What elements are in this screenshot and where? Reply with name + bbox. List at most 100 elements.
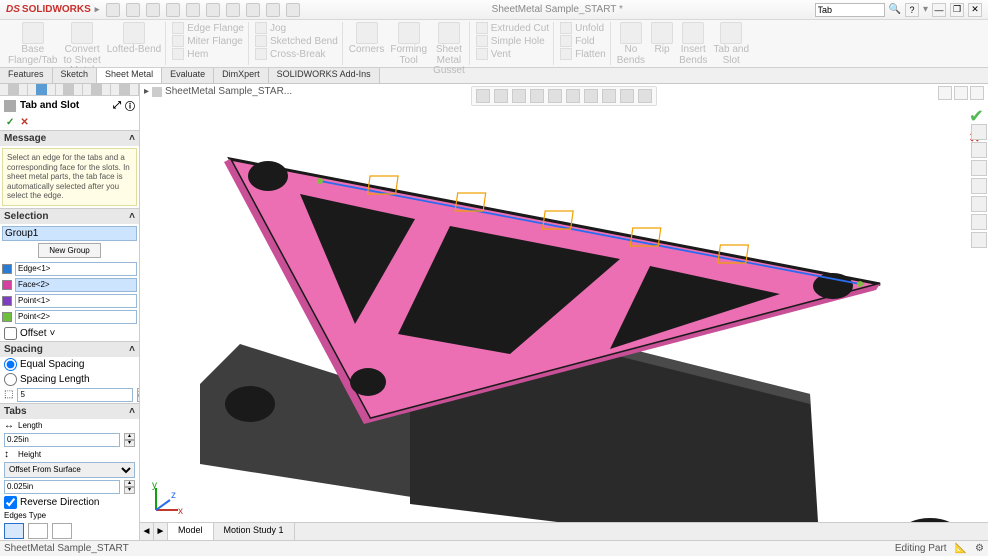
reverse-direction-checkbox[interactable] — [4, 496, 17, 509]
rip-button[interactable]: Rip — [651, 22, 673, 66]
miter-flange-button[interactable]: Miter Flange — [172, 35, 244, 47]
bottom-tab-model[interactable]: Model — [168, 523, 214, 540]
tab-scroll-left[interactable]: ◄ — [140, 523, 154, 540]
face-input[interactable] — [15, 278, 137, 292]
selection-point2 — [2, 310, 137, 324]
edge-input[interactable] — [15, 262, 137, 276]
spacing-count-input[interactable] — [17, 388, 133, 402]
tab-sketch[interactable]: Sketch — [53, 68, 98, 83]
task-library-icon[interactable] — [971, 160, 987, 176]
status-bar: SheetMetal Sample_START Editing Part 📐 ⚙ — [0, 540, 988, 556]
qat-settings-icon[interactable] — [286, 3, 300, 17]
edge-type-chamfer[interactable] — [52, 523, 72, 539]
task-explorer-icon[interactable] — [971, 178, 987, 194]
graphics-area[interactable]: ▸ SheetMetal Sample_STAR... ✔ ✖ — [140, 84, 988, 540]
task-properties-icon[interactable] — [971, 232, 987, 248]
group-box[interactable]: Group1 — [2, 226, 137, 241]
length-input[interactable] — [4, 433, 120, 447]
point1-input[interactable] — [15, 294, 137, 308]
jog-button[interactable]: Jog — [255, 22, 338, 34]
feature-tree-tab[interactable] — [0, 84, 28, 95]
flatten-button[interactable]: Flatten — [560, 48, 606, 60]
close-button[interactable]: ✕ — [968, 3, 982, 17]
spacing-length-radio[interactable] — [4, 373, 17, 386]
spacing-header[interactable]: Spacing˄ — [0, 342, 139, 357]
help-button[interactable]: ? — [905, 3, 919, 17]
task-appearance-icon[interactable] — [971, 214, 987, 230]
selection-header[interactable]: Selection˄ — [0, 209, 139, 224]
menu-dropdown-icon[interactable]: ▸ — [95, 4, 100, 15]
qat-redo-icon[interactable] — [206, 3, 220, 17]
dimxpert-manager-tab[interactable] — [83, 84, 111, 95]
spacing-length-label: Spacing Length — [20, 374, 90, 385]
tab-features[interactable]: Features — [0, 68, 53, 83]
qat-open-icon[interactable] — [126, 3, 140, 17]
qat-select-icon[interactable] — [226, 3, 240, 17]
sketched-bend-button[interactable]: Sketched Bend — [255, 35, 338, 47]
equal-spacing-radio[interactable] — [4, 358, 17, 371]
bottom-tab-motion[interactable]: Motion Study 1 — [214, 523, 295, 540]
tab-evaluate[interactable]: Evaluate — [162, 68, 214, 83]
length-up[interactable]: ▴ — [124, 433, 135, 440]
cross-break-button[interactable]: Cross-Break — [255, 48, 338, 60]
insert-bends-button[interactable]: InsertBends — [679, 22, 707, 66]
task-resources-icon[interactable] — [971, 142, 987, 158]
motion-tabs: ◄ ► Model Motion Study 1 — [140, 522, 988, 540]
qat-undo-icon[interactable] — [186, 3, 200, 17]
qat-options-icon[interactable] — [266, 3, 280, 17]
height-input[interactable] — [4, 480, 120, 494]
dropdown-icon[interactable]: ▾ — [923, 4, 928, 15]
extruded-cut-button[interactable]: Extruded Cut — [476, 22, 549, 34]
cancel-button[interactable]: ✕ — [20, 117, 28, 128]
new-group-button[interactable]: New Group — [38, 243, 100, 258]
gusset-button[interactable]: SheetMetalGusset — [433, 22, 465, 77]
vent-button[interactable]: Vent — [476, 48, 549, 60]
pin-icon[interactable]: ⤢ — [113, 100, 121, 111]
height-down[interactable]: ▾ — [124, 487, 135, 494]
ok-button[interactable]: ✓ — [6, 117, 14, 128]
hem-button[interactable]: Hem — [172, 48, 244, 60]
point2-input[interactable] — [15, 310, 137, 324]
edge-flange-button[interactable]: Edge Flange — [172, 22, 244, 34]
ribbon: BaseFlange/Tab Convertto SheetMetal Loft… — [0, 20, 988, 68]
simple-hole-button[interactable]: Simple Hole — [476, 35, 549, 47]
qat-rebuild-icon[interactable] — [246, 3, 260, 17]
edge-type-fillet[interactable] — [28, 523, 48, 539]
unfold-button[interactable]: Unfold — [560, 22, 606, 34]
tab-addins[interactable]: SOLIDWORKS Add-Ins — [269, 68, 380, 83]
view-triad[interactable]: y x z — [148, 482, 184, 518]
tab-sheet-metal[interactable]: Sheet Metal — [97, 68, 162, 83]
offset-checkbox[interactable] — [4, 327, 17, 340]
config-manager-tab[interactable] — [56, 84, 84, 95]
tab-and-slot-button[interactable]: Tab andSlot — [713, 22, 749, 66]
edge-swatch-icon — [2, 264, 12, 274]
edge-type-sharp[interactable] — [4, 523, 24, 539]
qat-print-icon[interactable] — [166, 3, 180, 17]
task-home-icon[interactable] — [971, 124, 987, 140]
height-mode-select[interactable]: Offset From Surface — [4, 462, 135, 478]
search-input[interactable] — [815, 3, 885, 17]
qat-new-icon[interactable] — [106, 3, 120, 17]
height-up[interactable]: ▴ — [124, 480, 135, 487]
no-bends-button[interactable]: NoBends — [617, 22, 645, 66]
status-mks-icon[interactable]: ⚙ — [975, 543, 984, 554]
status-units-icon[interactable]: 📐 — [955, 543, 967, 554]
forming-tool-button[interactable]: FormingTool — [390, 22, 427, 77]
fold-button[interactable]: Fold — [560, 35, 606, 47]
restore-button[interactable]: ❐ — [950, 3, 964, 17]
tabs-header[interactable]: Tabs˄ — [0, 404, 139, 419]
property-manager-tab[interactable] — [28, 84, 56, 95]
qat-save-icon[interactable] — [146, 3, 160, 17]
tab-scroll-right[interactable]: ► — [154, 523, 168, 540]
length-down[interactable]: ▾ — [124, 440, 135, 447]
task-view-icon[interactable] — [971, 196, 987, 212]
title-bar: DS SOLIDWORKS ▸ SheetMetal Sample_START … — [0, 0, 988, 20]
search-icon[interactable]: 🔍 — [889, 4, 901, 15]
message-header[interactable]: Message˄ — [0, 131, 139, 146]
length-label: Length — [18, 421, 135, 430]
selection-edge — [2, 262, 137, 276]
tab-dimxpert[interactable]: DimXpert — [214, 68, 269, 83]
help-icon[interactable]: ⓘ — [125, 98, 135, 113]
display-manager-tab[interactable] — [111, 84, 139, 95]
minimize-button[interactable]: — — [932, 3, 946, 17]
